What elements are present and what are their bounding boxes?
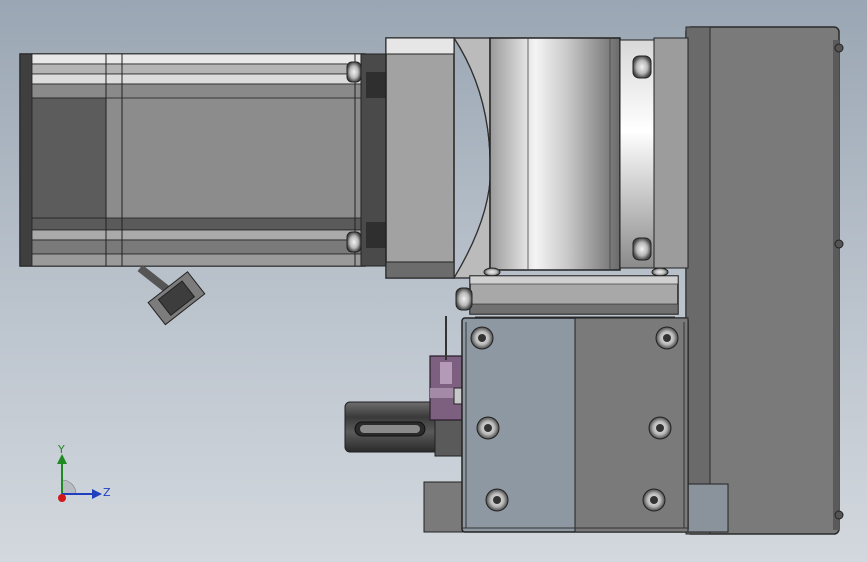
stepper-motor[interactable] bbox=[19, 53, 387, 267]
z-axis-label: Z bbox=[103, 486, 111, 499]
mounting-plate[interactable] bbox=[685, 26, 844, 535]
coordinate-triad-icon bbox=[57, 454, 102, 502]
guide-rail[interactable] bbox=[455, 275, 679, 318]
y-axis-label: Y bbox=[58, 443, 65, 456]
lower-bracket[interactable] bbox=[423, 317, 729, 533]
cable-gland[interactable] bbox=[137, 264, 206, 326]
slider-clamp[interactable] bbox=[429, 316, 467, 421]
planetary-gearbox[interactable] bbox=[483, 37, 689, 277]
cad-viewport[interactable] bbox=[0, 0, 867, 562]
gearbox-adapter[interactable] bbox=[385, 37, 492, 279]
